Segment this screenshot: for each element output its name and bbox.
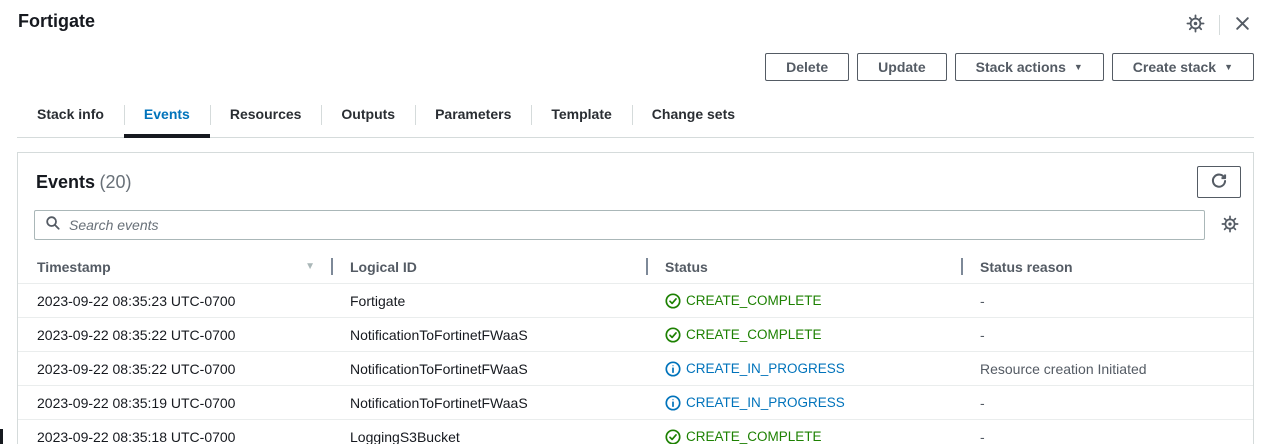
status-label: CREATE_IN_PROGRESS [686,361,845,376]
event-status-reason: - [961,429,1253,444]
column-header-status-reason[interactable]: Status reason [961,250,1253,283]
column-header-timestamp[interactable]: Timestamp ▼ [18,250,331,283]
events-count: (20) [99,172,131,192]
success-check-icon [665,327,681,343]
tab-parameters[interactable]: Parameters [415,97,531,138]
events-title-text: Events [36,172,95,192]
stack-actions-dropdown[interactable]: Stack actions ▼ [955,53,1104,81]
event-timestamp: 2023-09-22 08:35:19 UTC-0700 [18,395,331,411]
status-label: CREATE_COMPLETE [686,327,822,342]
caret-down-icon: ▼ [1224,59,1233,75]
update-button-label: Update [878,59,925,75]
stack-tabs: Stack info Events Resources Outputs Para… [17,97,1254,138]
event-timestamp: 2023-09-22 08:35:22 UTC-0700 [18,327,331,343]
gear-icon [1221,215,1239,236]
event-timestamp: 2023-09-22 08:35:18 UTC-0700 [18,429,331,444]
status-label: CREATE_IN_PROGRESS [686,395,845,410]
update-button[interactable]: Update [857,53,946,81]
event-status: CREATE_IN_PROGRESS [646,361,961,377]
event-status: CREATE_COMPLETE [646,293,961,309]
page-title: Fortigate [18,11,95,32]
table-body: 2023-09-22 08:35:23 UTC-0700 Fortigate C… [18,284,1253,444]
column-header-logical-id[interactable]: Logical ID [331,250,646,283]
close-icon [1234,15,1251,35]
column-label: Status reason [980,259,1073,275]
event-status-reason: - [961,293,1253,309]
table-row[interactable]: 2023-09-22 08:35:18 UTC-0700 LoggingS3Bu… [18,420,1253,444]
search-input[interactable] [69,217,1194,233]
cursor-artifact [0,429,3,444]
status-label: CREATE_COMPLETE [686,293,822,308]
events-panel-title: Events (20) [36,172,132,193]
window-header: Fortigate [0,0,1271,38]
gear-icon [1186,14,1205,36]
event-logical-id: NotificationToFortinetFWaaS [331,395,646,411]
table-header: Timestamp ▼ Logical ID Status Status rea… [18,250,1253,284]
event-status: CREATE_COMPLETE [646,327,961,343]
column-label: Timestamp [37,259,111,275]
info-icon [665,395,681,411]
event-logical-id: LoggingS3Bucket [331,429,646,444]
search-row [18,206,1253,250]
success-check-icon [665,429,681,444]
event-status-reason: Resource creation Initiated [961,361,1253,377]
tab-resources[interactable]: Resources [210,97,322,138]
table-row[interactable]: 2023-09-22 08:35:19 UTC-0700 Notificatio… [18,386,1253,420]
event-status: CREATE_COMPLETE [646,429,961,444]
tab-events[interactable]: Events [124,97,210,138]
settings-button[interactable] [1184,12,1207,38]
events-panel-header: Events (20) [18,153,1253,206]
event-status: CREATE_IN_PROGRESS [646,395,961,411]
event-timestamp: 2023-09-22 08:35:23 UTC-0700 [18,293,331,309]
tab-outputs[interactable]: Outputs [321,97,415,138]
create-stack-dropdown[interactable]: Create stack ▼ [1112,53,1254,81]
delete-button[interactable]: Delete [765,53,849,81]
refresh-icon [1210,172,1228,193]
create-stack-label: Create stack [1133,59,1216,75]
refresh-button[interactable] [1197,166,1241,198]
search-box[interactable] [34,210,1205,240]
tab-stack-info[interactable]: Stack info [17,97,124,138]
event-logical-id: NotificationToFortinetFWaaS [331,327,646,343]
stack-actions-label: Stack actions [976,59,1066,75]
search-icon [45,215,61,236]
stack-actions-toolbar: Delete Update Stack actions ▼ Create sta… [0,38,1271,81]
column-label: Logical ID [350,259,417,275]
header-divider [1219,15,1220,35]
tab-template[interactable]: Template [531,97,631,138]
table-row[interactable]: 2023-09-22 08:35:22 UTC-0700 Notificatio… [18,318,1253,352]
column-header-status[interactable]: Status [646,250,961,283]
tab-change-sets[interactable]: Change sets [632,97,755,138]
info-icon [665,361,681,377]
delete-button-label: Delete [786,59,828,75]
events-panel: Events (20) [17,152,1254,444]
column-label: Status [665,259,708,275]
event-logical-id: Fortigate [331,293,646,309]
event-logical-id: NotificationToFortinetFWaaS [331,361,646,377]
table-preferences-button[interactable] [1219,213,1241,238]
sort-desc-icon[interactable]: ▼ [305,261,321,272]
table-row[interactable]: 2023-09-22 08:35:22 UTC-0700 Notificatio… [18,352,1253,386]
success-check-icon [665,293,681,309]
status-label: CREATE_COMPLETE [686,429,822,444]
event-timestamp: 2023-09-22 08:35:22 UTC-0700 [18,361,331,377]
event-status-reason: - [961,395,1253,411]
caret-down-icon: ▼ [1074,59,1083,75]
event-status-reason: - [961,327,1253,343]
table-row[interactable]: 2023-09-22 08:35:23 UTC-0700 Fortigate C… [18,284,1253,318]
close-button[interactable] [1232,13,1253,37]
